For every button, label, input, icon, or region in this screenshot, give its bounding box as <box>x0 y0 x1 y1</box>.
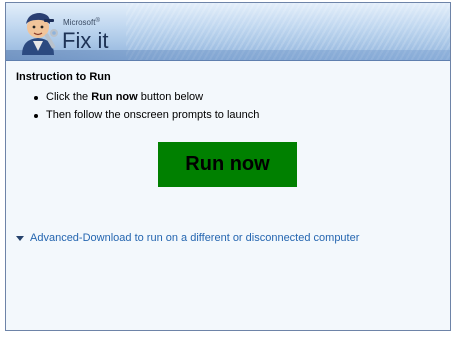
advanced-download-link[interactable]: Advanced-Download to run on a different … <box>16 232 359 244</box>
instructions-list: Click the Run now button below Then foll… <box>34 89 259 125</box>
brand-fixit-logo: Fix it <box>62 28 109 53</box>
brand-microsoft: Microsoft® <box>63 18 100 27</box>
fixit-window: Microsoft® Fix it Instruction to Run Cli… <box>5 2 451 331</box>
advanced-download-label: Advanced-Download to run on a different … <box>30 232 360 244</box>
fixit-mechanic-icon <box>22 13 58 55</box>
header-banner: Microsoft® Fix it <box>6 3 450 61</box>
instructions-heading: Instruction to Run <box>16 71 111 83</box>
list-item: Then follow the onscreen prompts to laun… <box>34 107 259 125</box>
run-now-button[interactable]: Run now <box>158 142 297 187</box>
list-item: Click the Run now button below <box>34 89 259 107</box>
expand-triangle-icon <box>16 235 24 241</box>
